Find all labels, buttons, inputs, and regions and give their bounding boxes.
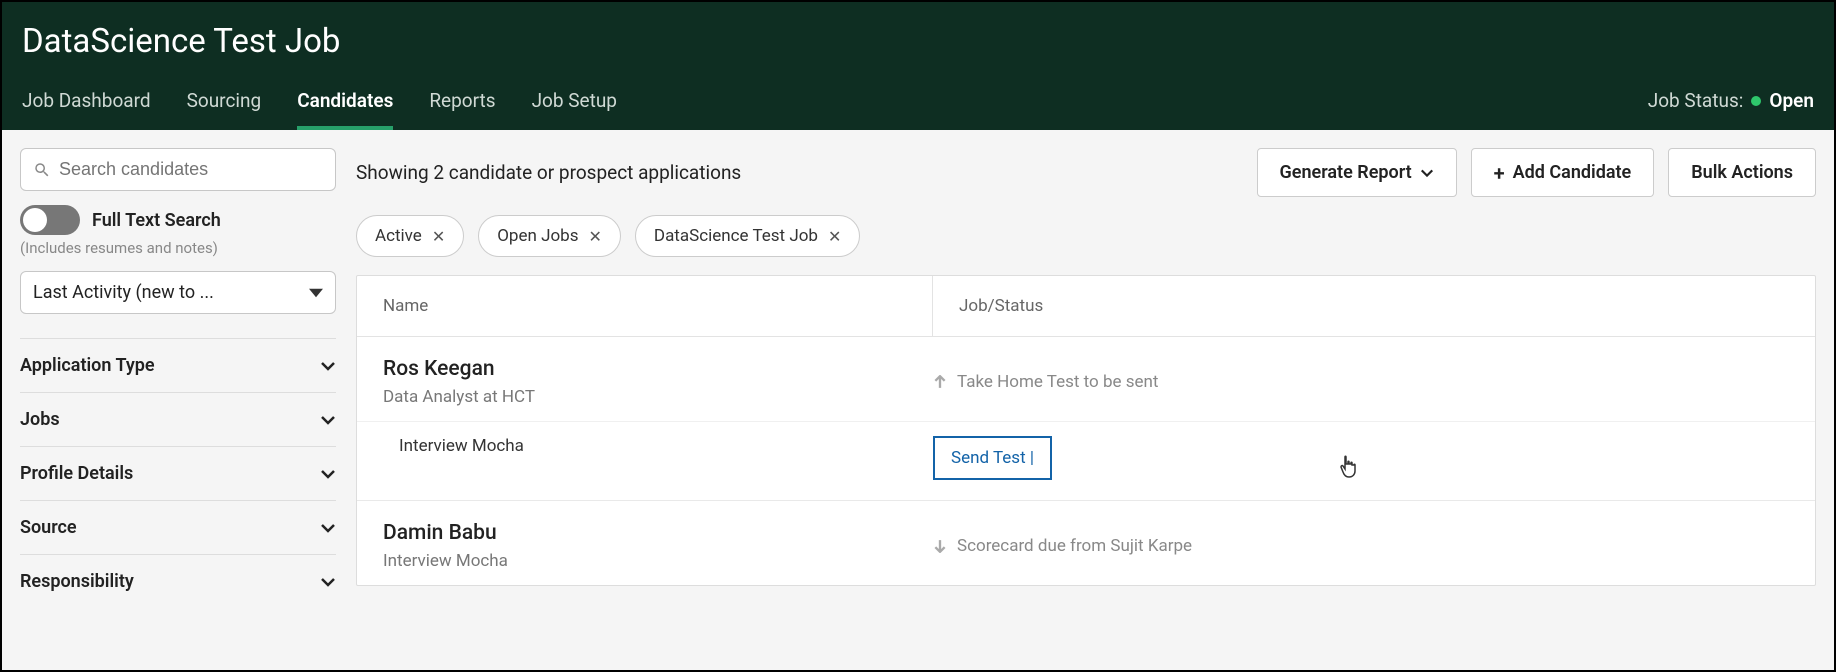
search-wrap[interactable] xyxy=(20,148,336,191)
tabbar: Job Dashboard Sourcing Candidates Report… xyxy=(22,89,1814,130)
candidate-title: Interview Mocha xyxy=(383,551,933,571)
close-icon[interactable]: ✕ xyxy=(589,227,602,246)
filter-label: Jobs xyxy=(20,409,60,430)
filter-responsibility[interactable]: Responsibility xyxy=(20,554,336,608)
button-label: Send Test xyxy=(951,448,1026,468)
tab-job-dashboard[interactable]: Job Dashboard xyxy=(22,89,151,130)
search-input[interactable] xyxy=(59,159,323,180)
tab-job-setup[interactable]: Job Setup xyxy=(532,89,617,130)
generate-report-button[interactable]: Generate Report xyxy=(1257,148,1457,197)
sort-label: Last Activity (new to ... xyxy=(33,282,214,303)
status-value: Open xyxy=(1769,89,1814,112)
caret-down-icon xyxy=(309,286,323,300)
chevron-down-icon xyxy=(320,358,336,374)
close-icon[interactable]: ✕ xyxy=(432,227,445,246)
job-status: Job Status: Open xyxy=(1648,89,1814,130)
chip-open-jobs[interactable]: Open Jobs ✕ xyxy=(478,215,621,257)
cell-status: Scorecard due from Sujit Karpe xyxy=(933,521,1789,571)
filter-label: Responsibility xyxy=(20,571,134,592)
full-text-toggle-row: Full Text Search xyxy=(20,205,336,235)
header: DataScience Test Job Job Dashboard Sourc… xyxy=(2,2,1834,130)
chip-label: DataScience Test Job xyxy=(654,226,818,246)
sidebar: Full Text Search (Includes resumes and n… xyxy=(20,148,336,608)
status-text: Scorecard due from Sujit Karpe xyxy=(957,536,1192,556)
candidate-name: Damin Babu xyxy=(383,521,933,545)
page-title: DataScience Test Job xyxy=(22,22,1814,61)
bulk-actions-button[interactable]: Bulk Actions xyxy=(1668,148,1816,197)
col-name: Name xyxy=(357,276,933,336)
sub-label: Interview Mocha xyxy=(399,436,933,480)
full-text-label: Full Text Search xyxy=(92,210,221,231)
table-header: Name Job/Status xyxy=(357,276,1815,337)
tab-candidates[interactable]: Candidates xyxy=(297,89,393,130)
main: Showing 2 candidate or prospect applicat… xyxy=(356,148,1816,608)
candidate-title: Data Analyst at HCT xyxy=(383,387,933,407)
button-label: Generate Report xyxy=(1280,162,1412,183)
tab-sourcing[interactable]: Sourcing xyxy=(187,89,262,130)
plus-icon: + xyxy=(1494,163,1505,183)
chevron-down-icon xyxy=(320,520,336,536)
chip-label: Active xyxy=(375,226,422,246)
filter-label: Source xyxy=(20,517,77,538)
chip-active[interactable]: Active ✕ xyxy=(356,215,464,257)
head-actions: Generate Report + Add Candidate Bulk Act… xyxy=(1257,148,1816,197)
main-head: Showing 2 candidate or prospect applicat… xyxy=(356,148,1816,197)
status-dot-icon xyxy=(1751,96,1761,106)
chevron-down-icon xyxy=(320,466,336,482)
status-text: Take Home Test to be sent xyxy=(957,372,1158,392)
filter-label: Profile Details xyxy=(20,463,133,484)
filter-source[interactable]: Source xyxy=(20,500,336,554)
arrow-down-icon xyxy=(933,539,947,553)
tab-reports[interactable]: Reports xyxy=(429,89,495,130)
arrow-up-icon xyxy=(933,375,947,389)
chip-datascience-test-job[interactable]: DataScience Test Job ✕ xyxy=(635,215,860,257)
chevron-down-icon xyxy=(320,412,336,428)
chip-label: Open Jobs xyxy=(497,226,578,246)
send-test-button[interactable]: Send Test | xyxy=(933,436,1052,480)
filter-application-type[interactable]: Application Type xyxy=(20,338,336,392)
candidates-table: Name Job/Status Ros Keegan Data Analyst … xyxy=(356,275,1816,586)
cell-status: Take Home Test to be sent xyxy=(933,357,1789,407)
sort-select[interactable]: Last Activity (new to ... xyxy=(20,271,336,314)
table-row[interactable]: Damin Babu Interview Mocha Scorecard due… xyxy=(357,501,1815,585)
content: Full Text Search (Includes resumes and n… xyxy=(2,130,1834,626)
chevron-down-icon xyxy=(320,574,336,590)
cell-name: Ros Keegan Data Analyst at HCT xyxy=(383,357,933,407)
search-icon xyxy=(33,161,51,179)
table-row[interactable]: Ros Keegan Data Analyst at HCT Take Home… xyxy=(357,337,1815,501)
filter-profile-details[interactable]: Profile Details xyxy=(20,446,336,500)
cell-name: Damin Babu Interview Mocha xyxy=(383,521,933,571)
col-status: Job/Status xyxy=(933,276,1815,336)
filter-label: Application Type xyxy=(20,355,155,376)
full-text-toggle[interactable] xyxy=(20,205,80,235)
sub-row: Interview Mocha Send Test | xyxy=(357,421,1815,500)
results-label: Showing 2 candidate or prospect applicat… xyxy=(356,161,741,184)
button-label: Add Candidate xyxy=(1513,162,1632,183)
full-text-help: (Includes resumes and notes) xyxy=(20,239,336,257)
filter-jobs[interactable]: Jobs xyxy=(20,392,336,446)
close-icon[interactable]: ✕ xyxy=(828,227,841,246)
chevron-down-icon xyxy=(1420,166,1434,180)
status-label: Job Status: xyxy=(1648,89,1744,112)
button-label: Bulk Actions xyxy=(1691,162,1793,183)
filter-chips: Active ✕ Open Jobs ✕ DataScience Test Jo… xyxy=(356,215,1816,257)
candidate-name: Ros Keegan xyxy=(383,357,933,381)
tabs: Job Dashboard Sourcing Candidates Report… xyxy=(22,89,617,130)
add-candidate-button[interactable]: + Add Candidate xyxy=(1471,148,1655,197)
